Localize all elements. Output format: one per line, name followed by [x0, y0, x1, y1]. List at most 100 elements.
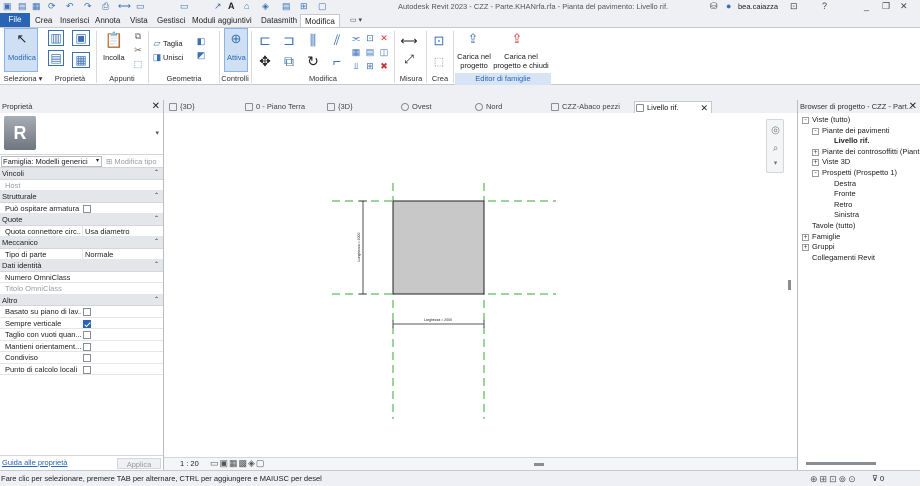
split-face-icon[interactable]: ◧	[196, 36, 206, 46]
aligned-dimension-icon[interactable]: ⟷	[398, 34, 420, 48]
edit-type-button[interactable]: ⊞ Modifica tipo	[106, 156, 157, 167]
close-window-icon[interactable]: ✕	[900, 0, 908, 13]
family-category-icon[interactable]: ▣	[72, 30, 90, 46]
view-controls-icon[interactable]: ▭▣▦▩◈▢	[210, 458, 265, 469]
tab-inserisci[interactable]: Inserisci	[56, 14, 93, 27]
sync-icon[interactable]: ⟳	[48, 0, 56, 13]
join-geometry-label[interactable]: Unisci	[163, 53, 183, 62]
chevron-down-icon[interactable]: ▾	[155, 129, 159, 137]
steering-wheel-icon[interactable]: ◎	[769, 124, 782, 137]
activate-controls-button[interactable]: ⊕ Attiva	[224, 28, 248, 72]
family-filter-select[interactable]: Famiglia: Modelli generici ▾	[1, 156, 102, 167]
vertical-dimension-label[interactable]: Lunghezza = 2000	[357, 232, 361, 261]
match-type-icon[interactable]: ⬚	[132, 58, 144, 70]
property-checkbox[interactable]	[83, 319, 91, 328]
minimize-icon[interactable]: _	[864, 0, 869, 13]
collapse-icon[interactable]: -	[812, 170, 819, 177]
user-name[interactable]: bea.caiazza	[738, 0, 778, 13]
open-icon[interactable]: ▤	[18, 0, 27, 13]
cut-geometry-label[interactable]: Taglia	[163, 39, 183, 48]
vertical-scrollbar[interactable]	[788, 280, 791, 290]
switch-windows-icon[interactable]: ▢	[318, 0, 327, 13]
properties-help-link[interactable]: Guida alle proprietà	[2, 458, 67, 467]
property-category[interactable]: Strutturale ⌃	[0, 191, 163, 203]
property-checkbox[interactable]	[83, 204, 91, 213]
zoom-icon[interactable]: ⌕	[769, 142, 782, 155]
tab-view-abaco[interactable]: CZZ-Abaco pezzi	[550, 101, 630, 113]
revit-logo-icon[interactable]: ▣	[3, 0, 12, 13]
tab-view-ovest[interactable]: Ovest	[400, 101, 470, 113]
maximize-icon[interactable]: ❐	[882, 0, 890, 13]
measure-distance-icon[interactable]: ⤢	[398, 52, 420, 66]
tab-view-3d-2[interactable]: {3D}	[326, 101, 396, 113]
expand-icon[interactable]: +	[812, 159, 819, 167]
property-checkbox[interactable]	[83, 365, 91, 374]
group-icon[interactable]: ⊞	[364, 60, 376, 72]
collapse-icon[interactable]: ⌃	[154, 191, 159, 203]
unpin-icon[interactable]: ✕	[378, 32, 390, 44]
close-hidden-icon[interactable]: ⊞	[300, 0, 308, 13]
tab-moduli-aggiuntivi[interactable]: Moduli aggiuntivi	[188, 14, 256, 27]
annotation-text-icon[interactable]: A	[228, 0, 235, 13]
family-types-icon[interactable]: ▦	[72, 52, 90, 68]
trim-icon[interactable]: ⌐	[328, 52, 346, 70]
type-properties-icon[interactable]: ▤	[48, 50, 64, 66]
section-icon[interactable]: ◈	[262, 0, 269, 13]
mirror-axis-icon[interactable]: ⫼	[304, 31, 322, 49]
collapse-icon[interactable]: ⌃	[154, 237, 159, 249]
array-icon[interactable]: ▦	[350, 46, 362, 58]
create-group-icon[interactable]: ⬚	[430, 54, 448, 68]
expand-icon[interactable]: +	[812, 148, 819, 156]
property-category[interactable]: Meccanico ⌃	[0, 237, 163, 249]
type-selector[interactable]: R ▾	[0, 113, 163, 155]
load-and-close-icon[interactable]: ⇪	[508, 30, 526, 48]
load-into-project-label[interactable]: Carica nel progetto	[457, 52, 491, 70]
property-checkbox[interactable]	[83, 331, 91, 339]
help-icon[interactable]: ?	[822, 0, 827, 13]
dimension-icon[interactable]: ↗	[214, 0, 222, 13]
paste-icon[interactable]: 📋	[104, 30, 124, 50]
text-icon[interactable]: ▭	[136, 0, 145, 13]
align-icon[interactable]: ⊏	[256, 31, 274, 49]
copy-icon[interactable]: ⧉	[132, 30, 144, 42]
cart-icon[interactable]: ⊡	[790, 0, 798, 13]
close-icon[interactable]: ✕	[152, 100, 160, 113]
panel-seleziona[interactable]: Seleziona ▾	[0, 73, 46, 85]
property-category[interactable]: Quote ⌃	[0, 214, 163, 226]
paint-icon[interactable]: ◩	[196, 50, 206, 60]
copy-element-icon[interactable]: ⧉	[280, 52, 298, 70]
delete-icon[interactable]: ✖	[378, 60, 390, 72]
property-category[interactable]: Dati identità ⌃	[0, 260, 163, 272]
tab-view-piano-terra[interactable]: 0 - Piano Terra	[244, 101, 330, 113]
offset-icon[interactable]: ⊐	[280, 31, 298, 49]
tab-crea[interactable]: Crea	[31, 14, 56, 27]
chevron-down-icon[interactable]: ▾	[769, 158, 782, 168]
property-category[interactable]: Vincoli ⌃	[0, 168, 163, 180]
property-value[interactable]: Normale	[82, 248, 163, 260]
load-and-close-label[interactable]: Carica nel progetto e chiudi	[492, 52, 550, 70]
property-checkbox[interactable]	[83, 342, 91, 351]
close-icon[interactable]: ✕	[909, 100, 917, 113]
horizontal-scrollbar[interactable]	[534, 463, 544, 466]
tab-annota[interactable]: Annota	[91, 14, 124, 27]
modify-button[interactable]: ↖ Modifica	[4, 28, 38, 72]
cut-geometry-icon[interactable]: ▱	[152, 38, 162, 48]
split-icon[interactable]: ⫘	[350, 32, 362, 44]
wall-icon[interactable]: ▭	[180, 0, 189, 13]
tab-file[interactable]: File	[0, 13, 30, 27]
align-edges-icon[interactable]: ⫫	[350, 60, 362, 72]
collapse-icon[interactable]: -	[802, 117, 809, 124]
redo-icon[interactable]: ↷	[84, 0, 92, 13]
property-checkbox[interactable]	[83, 354, 91, 362]
selection-filter-icons[interactable]: ⊕⊞⊡⊚⊙	[810, 471, 858, 486]
rotate-icon[interactable]: ↻	[304, 52, 322, 70]
collapse-icon[interactable]: ⌃	[154, 168, 159, 180]
load-into-project-icon[interactable]: ⇪	[464, 30, 482, 48]
filter-icon[interactable]: ⊽	[872, 471, 878, 486]
expand-icon[interactable]: +	[802, 244, 809, 252]
tab-view-3d[interactable]: {3D}	[168, 101, 240, 113]
thin-lines-icon[interactable]: ▤	[282, 0, 291, 13]
pin-icon[interactable]: ▤	[364, 46, 376, 58]
extend-icon[interactable]: ◫	[378, 46, 390, 58]
browser-scrollbar[interactable]	[806, 462, 876, 465]
